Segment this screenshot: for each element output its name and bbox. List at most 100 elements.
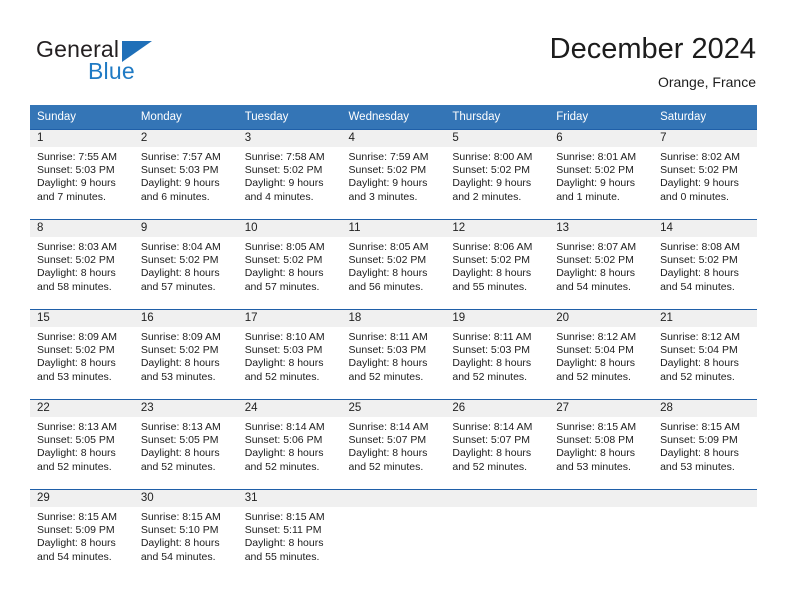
- sunset-text: Sunset: 5:02 PM: [244, 164, 323, 177]
- day-number: 14: [660, 222, 673, 234]
- day-cell-content: 14 Sunrise: 8:08 AM Sunset: 5:02 PM Dayligh…: [653, 220, 757, 309]
- calendar-day-cell[interactable]: 13 Sunrise: 8:07 AM Sunset: 5:02 PM Dayligh…: [549, 219, 654, 310]
- sunrise-text: Sunrise: 8:15 AM: [556, 421, 637, 433]
- calendar-day-cell[interactable]: 26 Sunrise: 8:14 AM Sunset: 5:07 PM Dayligh…: [445, 399, 550, 490]
- daylight-text-line2: and 52 minutes.: [244, 370, 320, 383]
- sunset-text: Sunset: 5:02 PM: [37, 344, 115, 357]
- calendar-day-cell[interactable]: 22 Sunrise: 8:13 AM Sunset: 5:05 PM Dayligh…: [30, 399, 134, 490]
- day-number-band: 6: [549, 130, 654, 147]
- sunset-text: Sunset: 5:05 PM: [140, 434, 219, 447]
- calendar-day-cell[interactable]: [653, 489, 757, 579]
- day-number: 26: [452, 402, 466, 414]
- day-cell-content: 3 Sunrise: 7:58 AM Sunset: 5:02 PM Daylight…: [237, 130, 342, 219]
- calendar-day-cell[interactable]: 9 Sunrise: 8:04 AM Sunset: 5:02 PM Daylight…: [133, 219, 238, 310]
- sunrise-text: Sunrise: 7:59 AM: [348, 151, 429, 163]
- calendar-day-cell[interactable]: 6 Sunrise: 8:01 AM Sunset: 5:02 PM Daylight…: [549, 129, 654, 220]
- calendar-day-cell[interactable]: 30 Sunrise: 8:15 AM Sunset: 5:10 PM Dayligh…: [133, 489, 238, 579]
- sunrise-text: Sunrise: 8:00 AM: [452, 151, 533, 163]
- day-number-band: 8: [30, 220, 134, 237]
- page-header: General Blue December 2024 Orange, Franc…: [0, 0, 792, 100]
- daylight-text-line2: and 55 minutes.: [244, 550, 320, 563]
- calendar-day-cell[interactable]: 27 Sunrise: 8:15 AM Sunset: 5:08 PM Dayligh…: [549, 399, 654, 490]
- calendar-day-cell[interactable]: 24 Sunrise: 8:14 AM Sunset: 5:06 PM Dayligh…: [237, 399, 342, 490]
- general-blue-logo[interactable]: General Blue: [36, 36, 236, 88]
- day-number: 10: [244, 222, 258, 234]
- day-details: Sunrise: 8:15 AM Sunset: 5:09 PM Daylight:…: [653, 417, 757, 474]
- day-number: 22: [37, 402, 50, 414]
- daylight-text-line1: Daylight: 8 hours: [348, 447, 428, 460]
- sunrise-text: Sunrise: 8:15 AM: [244, 511, 325, 523]
- calendar-day-cell[interactable]: 4 Sunrise: 7:59 AM Sunset: 5:02 PM Daylight…: [341, 129, 446, 220]
- calendar-day-cell[interactable]: 5 Sunrise: 8:00 AM Sunset: 5:02 PM Daylight…: [445, 129, 550, 220]
- sunset-text: Sunset: 5:03 PM: [140, 164, 219, 177]
- calendar-day-cell[interactable]: 11 Sunrise: 8:05 AM Sunset: 5:02 PM Dayligh…: [341, 219, 446, 310]
- calendar-day-cell[interactable]: [445, 489, 550, 579]
- calendar-day-cell[interactable]: 15 Sunrise: 8:09 AM Sunset: 5:02 PM Dayligh…: [30, 309, 134, 400]
- calendar-day-cell[interactable]: 20 Sunrise: 8:12 AM Sunset: 5:04 PM Dayligh…: [549, 309, 654, 400]
- calendar-day-cell[interactable]: 1 Sunrise: 7:55 AM Sunset: 5:03 PM Daylight…: [30, 129, 134, 220]
- sunset-text: Sunset: 5:03 PM: [37, 164, 115, 177]
- sunrise-text: Sunrise: 8:15 AM: [140, 511, 221, 523]
- daylight-text-line1: Daylight: 8 hours: [37, 537, 116, 550]
- calendar-day-cell[interactable]: 19 Sunrise: 8:11 AM Sunset: 5:03 PM Dayligh…: [445, 309, 550, 400]
- calendar-day-cell[interactable]: 8 Sunrise: 8:03 AM Sunset: 5:02 PM Daylight…: [30, 219, 134, 310]
- day-cell-content: 6 Sunrise: 8:01 AM Sunset: 5:02 PM Daylight…: [549, 130, 654, 219]
- daylight-text-line2: and 3 minutes.: [348, 190, 418, 203]
- day-cell-content: 21 Sunrise: 8:12 AM Sunset: 5:04 PM Dayligh…: [653, 310, 757, 399]
- calendar-day-cell[interactable]: 7 Sunrise: 8:02 AM Sunset: 5:02 PM Daylight…: [653, 129, 757, 220]
- day-cell-content: [653, 490, 757, 579]
- day-number: 18: [348, 312, 362, 324]
- calendar-week-row: 15 Sunrise: 8:09 AM Sunset: 5:02 PM Dayligh…: [30, 309, 757, 400]
- daylight-text-line1: Daylight: 8 hours: [140, 447, 220, 460]
- calendar-day-cell[interactable]: 17 Sunrise: 8:10 AM Sunset: 5:03 PM Dayligh…: [237, 309, 342, 400]
- day-cell-content: 23 Sunrise: 8:13 AM Sunset: 5:05 PM Dayligh…: [133, 400, 238, 489]
- calendar-day-cell[interactable]: 18 Sunrise: 8:11 AM Sunset: 5:03 PM Dayligh…: [341, 309, 446, 400]
- daylight-text-line2: and 56 minutes.: [348, 280, 424, 293]
- daylight-text-line1: Daylight: 8 hours: [244, 537, 324, 550]
- day-details: Sunrise: 8:09 AM Sunset: 5:02 PM Daylight:…: [30, 327, 134, 384]
- calendar-day-cell[interactable]: 25 Sunrise: 8:14 AM Sunset: 5:07 PM Dayligh…: [341, 399, 446, 490]
- daylight-text-line1: Daylight: 8 hours: [37, 267, 116, 280]
- day-number: 4: [348, 132, 355, 144]
- sunset-text: Sunset: 5:08 PM: [556, 434, 634, 447]
- day-number-band: 3: [237, 130, 342, 147]
- day-number: 25: [348, 402, 362, 414]
- calendar-day-cell[interactable]: 3 Sunrise: 7:58 AM Sunset: 5:02 PM Daylight…: [237, 129, 342, 220]
- sunrise-text: Sunrise: 7:57 AM: [140, 151, 221, 163]
- daylight-text-line2: and 54 minutes.: [660, 280, 735, 293]
- calendar-day-cell[interactable]: 21 Sunrise: 8:12 AM Sunset: 5:04 PM Dayligh…: [653, 309, 757, 400]
- calendar-day-cell[interactable]: 16 Sunrise: 8:09 AM Sunset: 5:02 PM Dayligh…: [133, 309, 238, 400]
- day-details: Sunrise: 8:06 AM Sunset: 5:02 PM Daylight:…: [445, 237, 549, 294]
- day-number-band: 14: [653, 220, 757, 237]
- day-cell-content: 1 Sunrise: 7:55 AM Sunset: 5:03 PM Daylight…: [30, 130, 134, 219]
- daylight-text-line1: Daylight: 8 hours: [452, 447, 532, 460]
- daylight-text-line1: Daylight: 8 hours: [244, 447, 324, 460]
- calendar-week-row: 29 Sunrise: 8:15 AM Sunset: 5:09 PM Dayligh…: [30, 489, 757, 579]
- title-block: December 2024 Orange, France: [550, 32, 756, 91]
- day-cell-content: 7 Sunrise: 8:02 AM Sunset: 5:02 PM Daylight…: [653, 130, 757, 219]
- sunrise-text: Sunrise: 8:08 AM: [660, 241, 741, 253]
- calendar-day-cell[interactable]: 31 Sunrise: 8:15 AM Sunset: 5:11 PM Dayligh…: [237, 489, 342, 579]
- day-number-band: 17: [237, 310, 342, 327]
- calendar-body: 1 Sunrise: 7:55 AM Sunset: 5:03 PM Daylight…: [30, 129, 757, 579]
- daylight-text-line1: Daylight: 8 hours: [452, 267, 532, 280]
- daylight-text-line1: Daylight: 8 hours: [140, 267, 220, 280]
- location-subtitle: Orange, France: [657, 74, 756, 90]
- day-number-band: 9: [133, 220, 238, 237]
- calendar-day-cell[interactable]: 29 Sunrise: 8:15 AM Sunset: 5:09 PM Dayligh…: [30, 489, 134, 579]
- day-number-band: [341, 490, 446, 507]
- sunrise-text: Sunrise: 8:14 AM: [452, 421, 533, 433]
- calendar-day-cell[interactable]: 12 Sunrise: 8:06 AM Sunset: 5:02 PM Dayligh…: [445, 219, 550, 310]
- calendar-day-cell[interactable]: 14 Sunrise: 8:08 AM Sunset: 5:02 PM Dayligh…: [653, 219, 757, 310]
- day-details: Sunrise: 8:09 AM Sunset: 5:02 PM Daylight:…: [134, 327, 238, 384]
- calendar-day-cell[interactable]: 23 Sunrise: 8:13 AM Sunset: 5:05 PM Dayligh…: [133, 399, 238, 490]
- day-cell-content: 26 Sunrise: 8:14 AM Sunset: 5:07 PM Dayligh…: [445, 400, 550, 489]
- sunset-text: Sunset: 5:02 PM: [140, 254, 219, 267]
- calendar-day-cell[interactable]: [341, 489, 446, 579]
- calendar-day-cell[interactable]: 2 Sunrise: 7:57 AM Sunset: 5:03 PM Daylight…: [133, 129, 238, 220]
- sunset-text: Sunset: 5:02 PM: [37, 254, 115, 267]
- calendar-day-cell[interactable]: [549, 489, 654, 579]
- calendar-day-cell[interactable]: 10 Sunrise: 8:05 AM Sunset: 5:02 PM Dayligh…: [237, 219, 342, 310]
- weekday-header-saturday: Saturday: [653, 105, 757, 130]
- calendar-day-cell[interactable]: 28 Sunrise: 8:15 AM Sunset: 5:09 PM Dayligh…: [653, 399, 757, 490]
